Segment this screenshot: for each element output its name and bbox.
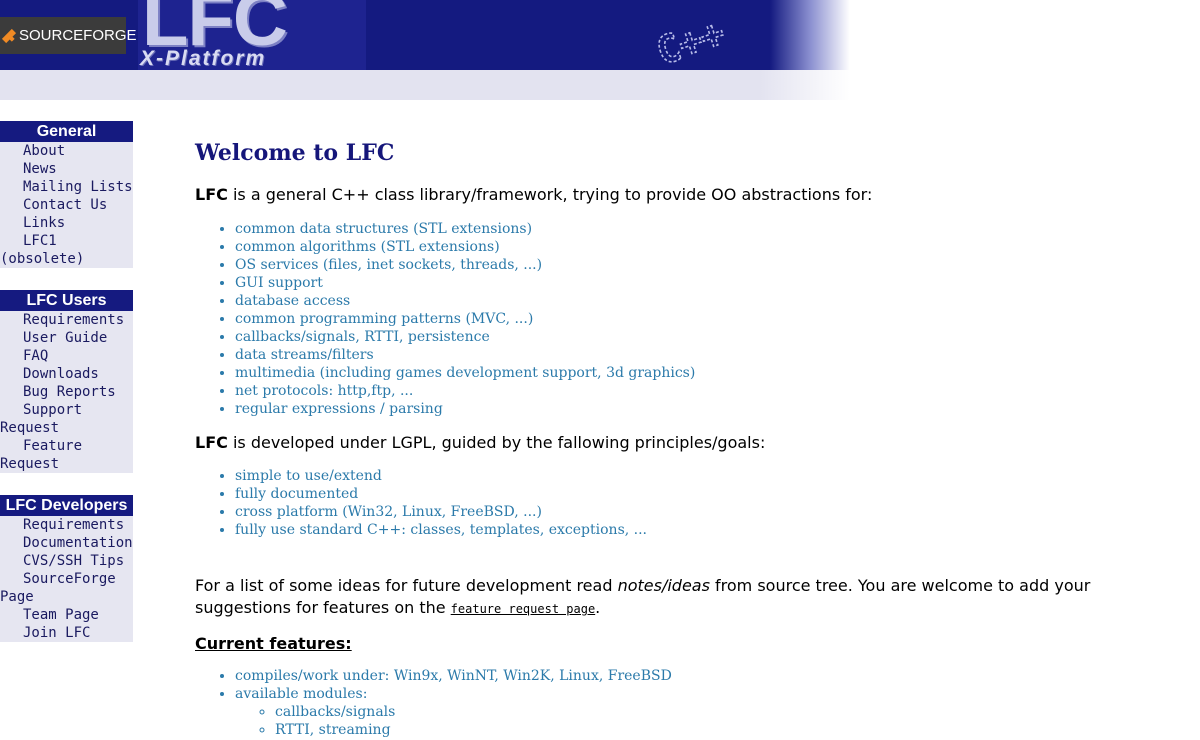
page-title: Welcome to LFC — [195, 140, 395, 166]
list-item: callbacks/signals, RTTI, persistence — [235, 328, 1185, 346]
nav-link-bug-reports[interactable]: Bug Reports — [0, 383, 133, 401]
list-item: database access — [235, 292, 1185, 310]
list-item: fully use standard C++: classes, templat… — [235, 521, 1185, 539]
list-item: callbacks/signals — [275, 703, 1185, 721]
nav-link-sourceforge-page[interactable]: SourceForge Page — [0, 570, 133, 606]
nav-heading-developers: LFC Developers — [0, 495, 133, 516]
list-item: compiles/work under: Win9x, WinNT, Win2K… — [235, 667, 1185, 685]
nav-link-mailing-lists[interactable]: Mailing Lists — [0, 178, 133, 196]
sidebar: General About News Mailing Lists Contact… — [0, 121, 133, 664]
nav-link-links[interactable]: Links — [0, 214, 133, 232]
list-item: OS services (files, inet sockets, thread… — [235, 256, 1185, 274]
nav-link-about[interactable]: About — [0, 142, 133, 160]
nav-link-downloads[interactable]: Downloads — [0, 365, 133, 383]
list-item: available modules: callbacks/signals RTT… — [235, 685, 1185, 739]
current-features-heading: Current features: — [195, 634, 352, 653]
nav-link-documentation[interactable]: Documentation — [0, 534, 133, 552]
list-item: common programming patterns (MVC, ...) — [235, 310, 1185, 328]
nav-list-general: About News Mailing Lists Contact Us Link… — [0, 142, 133, 268]
nav-section-users: LFC Users Requirements User Guide FAQ Do… — [0, 290, 133, 473]
nav-heading-users: LFC Users — [0, 290, 133, 311]
list-item: data streams/filters — [235, 346, 1185, 364]
principles-list: simple to use/extend fully documented cr… — [195, 467, 1185, 539]
ideas-paragraph: For a list of some ideas for future deve… — [195, 575, 1185, 620]
nav-section-developers: LFC Developers Requirements Documentatio… — [0, 495, 133, 642]
principles-lfc-bold: LFC — [195, 433, 228, 452]
intro-lfc-bold: LFC — [195, 185, 228, 204]
nav-link-support-request[interactable]: Support Request — [0, 401, 133, 437]
list-item: multimedia (including games development … — [235, 364, 1185, 382]
lfc-logo: LFC X-Platform — [138, 0, 366, 70]
main-content: Welcome to LFC LFC is a general C++ clas… — [195, 140, 1185, 739]
nav-list-users: Requirements User Guide FAQ Downloads Bu… — [0, 311, 133, 473]
nav-link-feature-request[interactable]: Feature Request — [0, 437, 133, 473]
list-item: GUI support — [235, 274, 1185, 292]
nav-link-cvs-ssh-tips[interactable]: CVS/SSH Tips — [0, 552, 133, 570]
sourceforge-diamond-icon — [1, 28, 17, 43]
list-item: common data structures (STL extensions) — [235, 220, 1185, 238]
list-item: cross platform (Win32, Linux, FreeBSD, .… — [235, 503, 1185, 521]
nav-link-team-page[interactable]: Team Page — [0, 606, 133, 624]
header-banner: SOURCEFORGE LFC X-Platform C++ — [0, 0, 1200, 100]
nav-link-news[interactable]: News — [0, 160, 133, 178]
nav-link-dev-requirements[interactable]: Requirements — [0, 516, 133, 534]
list-item: RTTI, streaming — [275, 721, 1185, 739]
lfc-logo-subtitle: X-Platform — [140, 47, 267, 70]
nav-link-user-requirements[interactable]: Requirements — [0, 311, 133, 329]
sourceforge-logo-text: SOURCEFORGE — [19, 27, 137, 44]
nav-link-lfc1-obsolete[interactable]: LFC1 (obsolete) — [0, 232, 133, 268]
current-features-list: compiles/work under: Win9x, WinNT, Win2K… — [195, 667, 1185, 739]
ideas-text-3: . — [595, 598, 601, 617]
nav-list-developers: Requirements Documentation CVS/SSH Tips … — [0, 516, 133, 642]
ideas-text-1: For a list of some ideas for future deve… — [195, 576, 618, 595]
sourceforge-logo[interactable]: SOURCEFORGE — [0, 17, 137, 54]
list-item: regular expressions / parsing — [235, 400, 1185, 418]
intro-text: is a general C++ class library/framework… — [227, 185, 873, 204]
banner-bottom-band — [0, 70, 850, 100]
nav-link-faq[interactable]: FAQ — [0, 347, 133, 365]
modules-list: callbacks/signals RTTI, streaming — [235, 703, 1185, 739]
nav-heading-general: General — [0, 121, 133, 142]
nav-link-user-guide[interactable]: User Guide — [0, 329, 133, 347]
ideas-notes-path: notes/ideas — [617, 576, 710, 595]
available-modules-label: available modules: — [235, 686, 368, 702]
nav-section-general: General About News Mailing Lists Contact… — [0, 121, 133, 268]
list-item: common algorithms (STL extensions) — [235, 238, 1185, 256]
list-item: simple to use/extend — [235, 467, 1185, 485]
nav-link-contact-us[interactable]: Contact Us — [0, 196, 133, 214]
cpp-logo: C++ — [650, 0, 756, 70]
principles-paragraph: LFC is developed under LGPL, guided by t… — [195, 432, 1185, 454]
nav-link-join-lfc[interactable]: Join LFC — [0, 624, 133, 642]
abstractions-list: common data structures (STL extensions) … — [195, 220, 1185, 418]
feature-request-link[interactable]: feature request page — [451, 602, 596, 616]
list-item: fully documented — [235, 485, 1185, 503]
intro-paragraph: LFC is a general C++ class library/frame… — [195, 184, 1185, 206]
list-item: net protocols: http,ftp, ... — [235, 382, 1185, 400]
principles-text: is developed under LGPL, guided by the f… — [227, 433, 766, 452]
